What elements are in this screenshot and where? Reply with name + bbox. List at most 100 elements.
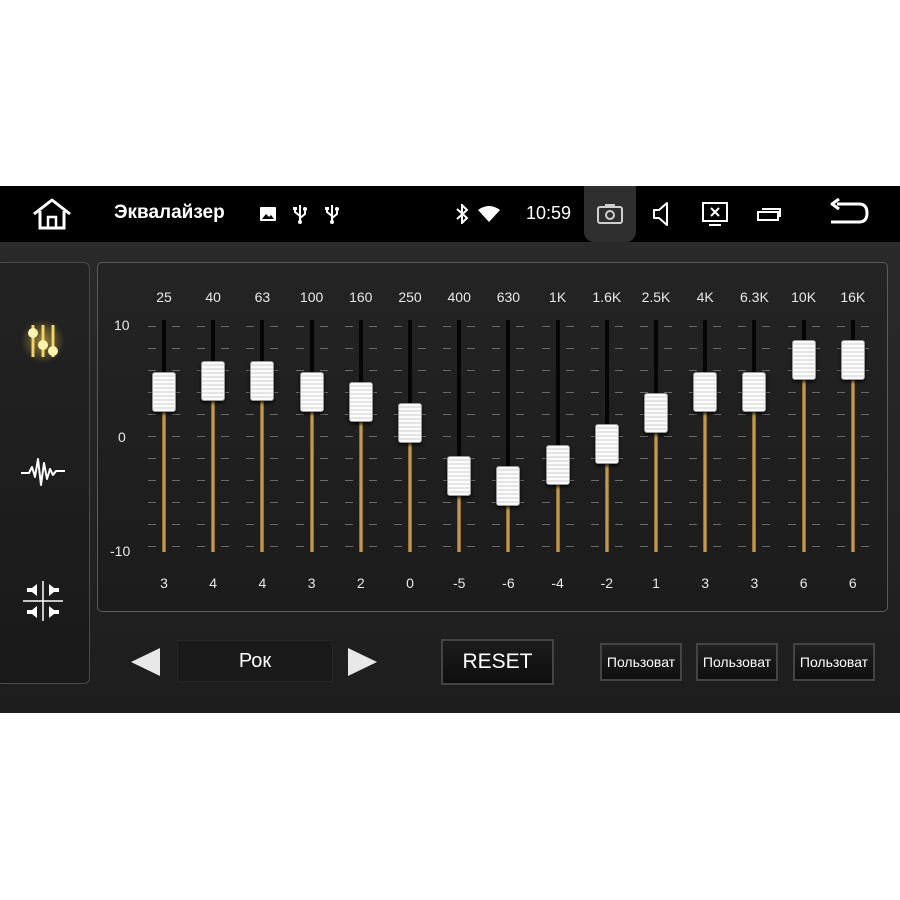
- scale-tick: [467, 546, 476, 547]
- band-frequency-label: 160: [349, 289, 373, 305]
- scale-tick: [443, 348, 452, 349]
- scale-tick: [197, 458, 206, 459]
- band-slider-knob[interactable]: [447, 455, 472, 496]
- band-slider-track[interactable]: [752, 320, 757, 552]
- user-preset-1-button[interactable]: Пользоват: [600, 643, 682, 681]
- back-button[interactable]: [822, 196, 874, 232]
- band-slider-track[interactable]: [358, 320, 363, 552]
- band-slider-knob[interactable]: [791, 340, 816, 380]
- band-slider-track[interactable]: [260, 320, 265, 552]
- scale-tick: [590, 370, 599, 371]
- user-preset-2-button[interactable]: Пользоват: [696, 643, 778, 681]
- band-value-label: -2: [600, 575, 614, 591]
- scale-tick: [368, 458, 377, 459]
- scale-tick: [614, 326, 623, 327]
- scale-tick: [787, 392, 796, 393]
- band-slider-knob[interactable]: [644, 392, 668, 433]
- band-slider-knob[interactable]: [840, 340, 865, 380]
- scale-tick: [689, 326, 698, 327]
- band-slider-knob[interactable]: [742, 371, 767, 412]
- band-slider-knob[interactable]: [693, 371, 718, 412]
- band-slider-track[interactable]: [162, 320, 166, 552]
- band-value-label: 6: [799, 575, 808, 591]
- band-slider-track[interactable]: [506, 320, 511, 552]
- scale-tick: [541, 524, 550, 525]
- scale-tick: [516, 326, 525, 327]
- band-value-label: 4: [258, 575, 267, 591]
- reset-button[interactable]: RESET: [441, 639, 554, 685]
- screen-off-button[interactable]: [698, 198, 732, 230]
- band-slider-track[interactable]: [654, 320, 658, 552]
- band-slider-knob[interactable]: [299, 371, 324, 412]
- band-slider-knob[interactable]: [496, 466, 521, 506]
- band-slider-track[interactable]: [211, 320, 216, 552]
- scale-tick: [492, 414, 501, 415]
- band-value-label: 3: [307, 575, 316, 591]
- scale-tick: [270, 502, 279, 503]
- scale-tick: [319, 480, 328, 481]
- user-preset-3-button[interactable]: Пользоват: [793, 643, 875, 681]
- usb-icon: [322, 203, 342, 225]
- band-slider-fill: [850, 360, 855, 552]
- band-slider-knob[interactable]: [545, 445, 570, 485]
- scale-tick: [246, 458, 255, 459]
- scale-tick: [811, 458, 820, 459]
- sidebar-item-sound-effects[interactable]: [11, 439, 75, 503]
- next-preset-button[interactable]: [344, 646, 380, 678]
- scale-tick: [319, 348, 328, 349]
- scale-tick: [590, 414, 599, 415]
- band-slider-knob[interactable]: [250, 361, 275, 401]
- band-frequency-label: 25: [156, 289, 172, 305]
- scale-tick: [565, 502, 574, 503]
- scale-tick: [836, 392, 845, 393]
- band-slider-track[interactable]: [309, 320, 314, 552]
- home-button[interactable]: [28, 196, 76, 232]
- band-slider-fill: [309, 391, 314, 552]
- volume-button[interactable]: [646, 198, 678, 230]
- scale-tick: [811, 436, 820, 437]
- scale-tick: [590, 326, 599, 327]
- band-slider-fill: [260, 381, 265, 552]
- band-value-label: 3: [750, 575, 759, 591]
- scale-tick: [860, 502, 869, 503]
- scale-tick: [836, 502, 845, 503]
- scale-tick: [713, 326, 722, 327]
- scale-tick: [172, 348, 180, 349]
- scale-tick: [172, 326, 180, 327]
- scale-tick: [541, 348, 550, 349]
- scale-tick: [689, 414, 698, 415]
- band-slider-knob[interactable]: [398, 403, 422, 443]
- scale-tick: [197, 414, 206, 415]
- scale-tick: [197, 502, 206, 503]
- sidebar-item-equalizer[interactable]: [11, 309, 75, 373]
- screenshot-button[interactable]: [584, 186, 636, 242]
- scale-tick: [762, 370, 771, 371]
- scale-tick: [762, 436, 771, 437]
- band-slider-fill: [358, 402, 363, 552]
- scale-tick: [738, 480, 747, 481]
- band-slider-knob[interactable]: [348, 382, 373, 422]
- scale-tick: [516, 392, 525, 393]
- band-slider-knob[interactable]: [152, 371, 176, 412]
- recent-apps-icon: [757, 208, 781, 221]
- band-value-label: 0: [406, 575, 414, 591]
- scale-tick: [368, 546, 377, 547]
- scale-tick: [197, 436, 206, 437]
- band-slider-track[interactable]: [555, 320, 560, 552]
- band-slider-track[interactable]: [457, 320, 462, 552]
- band-slider-knob[interactable]: [594, 424, 619, 464]
- scale-tick: [689, 348, 698, 349]
- scale-tick: [221, 436, 230, 437]
- back-icon: [830, 198, 869, 224]
- previous-preset-button[interactable]: [128, 646, 164, 678]
- scale-tick: [541, 414, 550, 415]
- scale-tick: [246, 546, 255, 547]
- usb-icon: [290, 203, 310, 225]
- band-slider-knob[interactable]: [201, 361, 226, 401]
- recent-apps-button[interactable]: [752, 198, 786, 230]
- scale-tick: [197, 326, 206, 327]
- band-slider-track[interactable]: [703, 320, 708, 552]
- scale-tick: [319, 546, 328, 547]
- scale-tick: [738, 348, 747, 349]
- sidebar-item-balance[interactable]: [11, 569, 75, 633]
